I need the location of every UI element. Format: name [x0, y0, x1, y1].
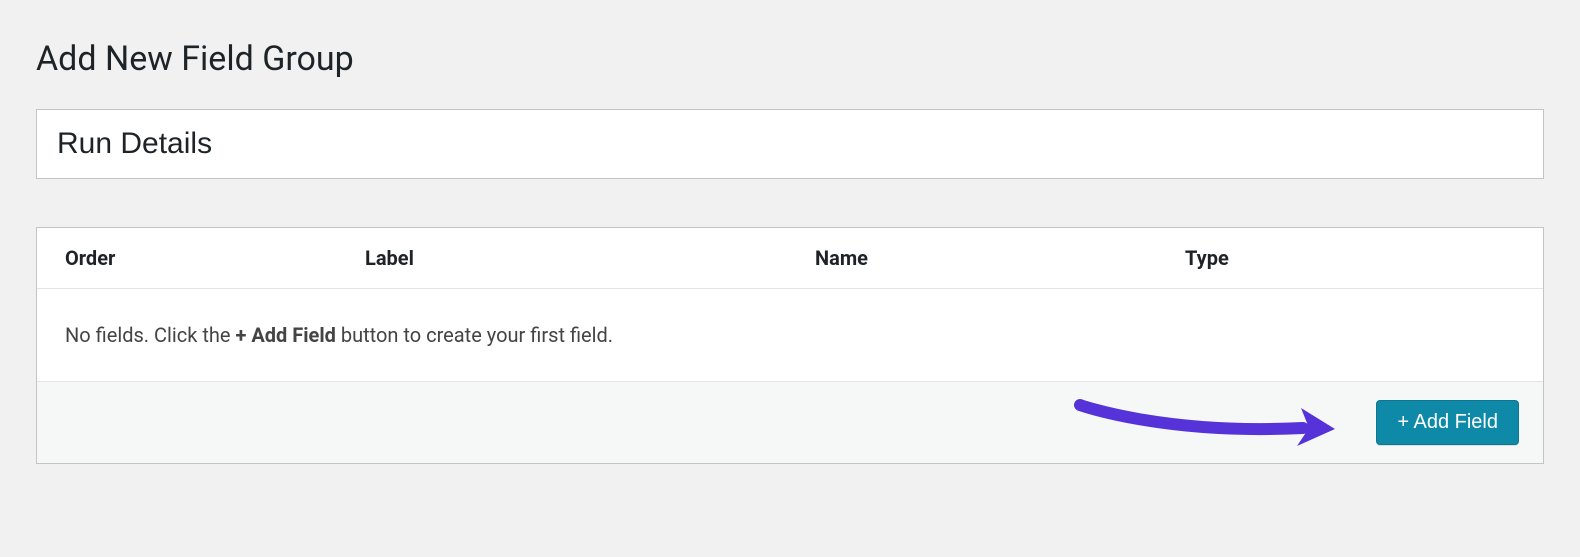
empty-text-before: No fields. Click the [65, 323, 235, 347]
fields-footer: + Add Field [37, 382, 1543, 463]
fields-panel: Order Label Name Type No fields. Click t… [36, 227, 1544, 464]
group-title-input[interactable] [36, 109, 1544, 179]
fields-table-header: Order Label Name Type [37, 228, 1543, 289]
col-header-type: Type [1185, 246, 1515, 270]
col-header-label: Label [365, 246, 815, 270]
col-header-name: Name [815, 246, 1185, 270]
arrow-annotation-icon [1073, 390, 1343, 460]
col-header-order: Order [65, 246, 365, 270]
empty-text-bold: + Add Field [235, 323, 335, 347]
add-field-button[interactable]: + Add Field [1376, 400, 1519, 445]
page-title: Add New Field Group [36, 37, 1544, 81]
empty-fields-message: No fields. Click the + Add Field button … [37, 289, 1543, 382]
empty-text-after: button to create your first field. [336, 323, 613, 347]
